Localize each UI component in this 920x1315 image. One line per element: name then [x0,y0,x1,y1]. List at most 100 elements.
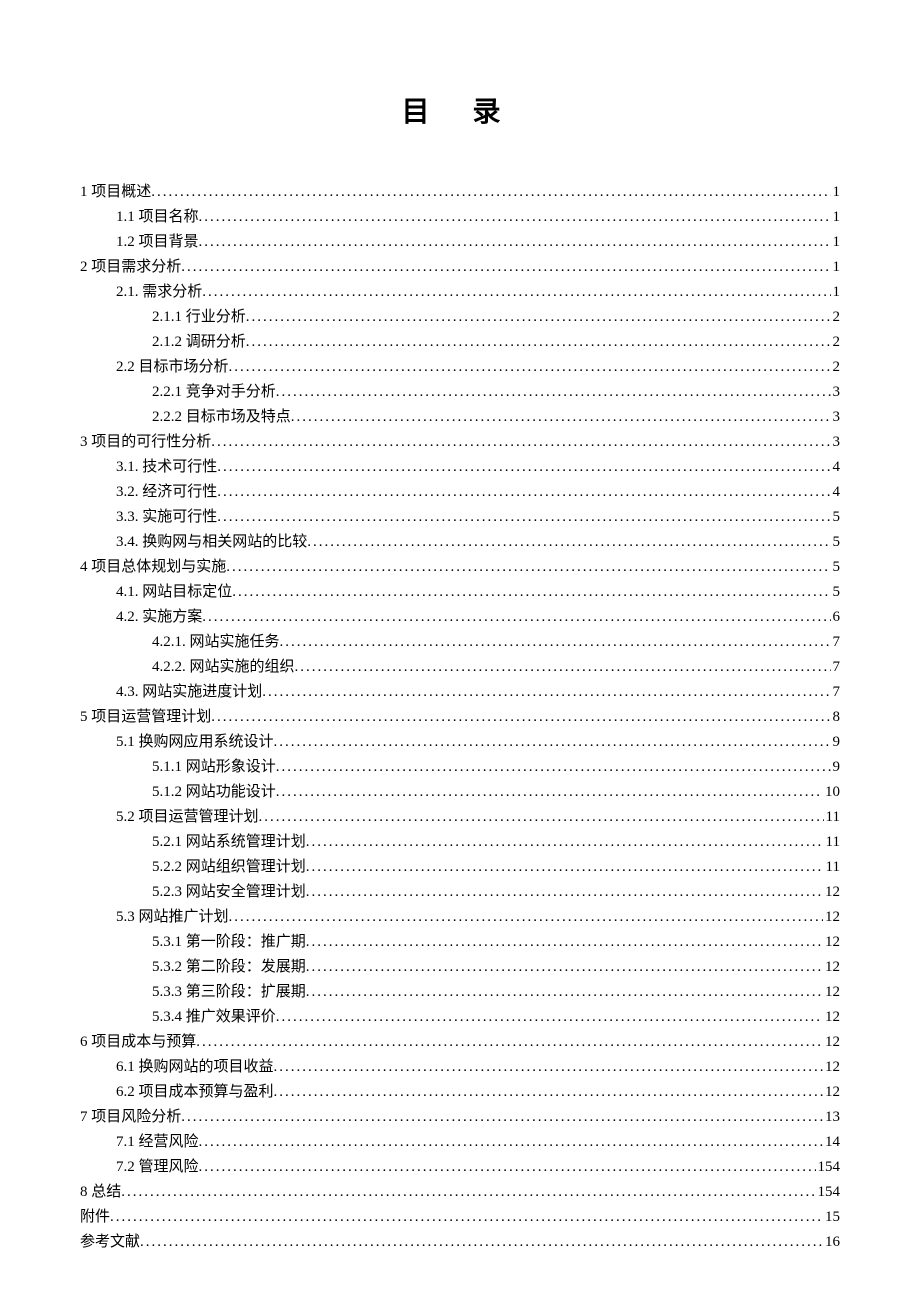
toc-entry[interactable]: 2.1. 需求分析 1 [80,280,840,304]
toc-entry[interactable]: 4.2.2. 网站实施的组织7 [80,655,840,679]
toc-entry[interactable]: 2.1.1 行业分析 2 [80,305,840,329]
toc-entry[interactable]: 3 项目的可行性分析3 [80,430,840,454]
toc-entry-page: 4 [831,480,841,504]
toc-entry-page: 14 [823,1130,840,1154]
toc-dots [211,430,830,454]
toc-entry[interactable]: 5.3.2 第二阶段：发展期12 [80,955,840,979]
toc-entry[interactable]: 5.3.3 第三阶段：扩展期12 [80,980,840,1004]
toc-entry-page: 1 [831,205,841,229]
toc-entry[interactable]: 5.1.2 网站功能设计 10 [80,780,840,804]
toc-entry-label: 5.3.3 第三阶段：扩展期 [152,980,306,1004]
toc-entry-page: 11 [824,855,840,879]
toc-entry-label: 5.3.2 第二阶段：发展期 [152,955,306,979]
toc-dots [121,1180,815,1204]
toc-entry[interactable]: 4.2.1. 网站实施任务7 [80,630,840,654]
toc-entry-page: 15 [823,1205,840,1229]
toc-entry[interactable]: 4.3. 网站实施进度计划7 [80,680,840,704]
toc-entry-page: 1 [831,230,841,254]
toc-entry-label: 7.2 管理风险 [116,1155,199,1179]
toc-entry-page: 5 [831,555,841,579]
toc-dots [217,480,830,504]
toc-entry[interactable]: 参考文献16 [80,1230,840,1254]
toc-entry[interactable]: 4 项目总体规划与实施5 [80,555,840,579]
toc-entry[interactable]: 3.1. 技术可行性4 [80,455,840,479]
toc-dots [306,830,824,854]
toc-entry[interactable]: 7 项目风险分析13 [80,1105,840,1129]
toc-dots [276,1005,823,1029]
toc-dots [211,705,830,729]
toc-entry-label: 5.3 网站推广计划 [116,905,229,929]
toc-entry-label: 3.3. 实施可行性 [116,505,217,529]
toc-entry[interactable]: 3.4. 换购网与相关网站的比较5 [80,530,840,554]
toc-entry-label: 3.1. 技术可行性 [116,455,217,479]
toc-entry[interactable]: 2.2 目标市场分析2 [80,355,840,379]
toc-entry[interactable]: 1.1 项目名称1 [80,205,840,229]
toc-dots [232,580,830,604]
toc-entry-page: 1 [831,180,841,204]
toc-entry[interactable]: 6 项目成本与预算12 [80,1030,840,1054]
toc-entry-label: 3.2. 经济可行性 [116,480,217,504]
toc-entry-label: 5.1.2 网站功能设计 [152,780,276,804]
toc-entry[interactable]: 6.1 换购网站的项目收益12 [80,1055,840,1079]
toc-dots [110,1205,823,1229]
toc-entry-label: 3.4. 换购网与相关网站的比较 [116,530,307,554]
toc-entry[interactable]: 1 项目概述1 [80,180,840,204]
toc-dots [140,1230,823,1254]
toc-entry-page: 1 [831,280,841,304]
toc-entry-label: 5 项目运营管理计划 [80,705,211,729]
toc-dots [306,880,823,904]
toc-entry-page: 5 [831,505,841,529]
toc-entry[interactable]: 5.2.1 网站系统管理计划11 [80,830,840,854]
toc-dots [306,980,823,1004]
toc-entry[interactable]: 5.2.2 网站组织管理计划11 [80,855,840,879]
toc-dots [217,455,830,479]
toc-entry[interactable]: 3.3. 实施可行性 5 [80,505,840,529]
toc-entry-page: 154 [816,1155,841,1179]
toc-entry-page: 9 [831,730,841,754]
toc-entry[interactable]: 5.3.1 第一阶段：推广期12 [80,930,840,954]
toc-entry-label: 2.1.1 行业分析 [152,305,246,329]
toc-entry-label: 4.1. 网站目标定位 [116,580,232,604]
toc-entry-page: 2 [831,355,841,379]
toc-dots [274,1080,823,1104]
toc-entry-page: 3 [831,405,841,429]
toc-entry-page: 1 [831,255,841,279]
toc-entry[interactable]: 6.2 项目成本预算与盈利12 [80,1080,840,1104]
toc-entry-label: 4.2. 实施方案 [116,605,202,629]
toc-entry[interactable]: 5.3 网站推广计划 12 [80,905,840,929]
toc-entry[interactable]: 2 项目需求分析1 [80,255,840,279]
toc-entry[interactable]: 5.3.4 推广效果评价12 [80,1005,840,1029]
toc-entry-page: 13 [823,1105,840,1129]
toc-entry[interactable]: 2.1.2 调研分析2 [80,330,840,354]
toc-entry-label: 8 总结 [80,1180,121,1204]
toc-dots [306,955,823,979]
toc-dots [280,630,831,654]
toc-entry-page: 10 [823,780,840,804]
toc-entry[interactable]: 5.2 项目运营管理计划11 [80,805,840,829]
toc-entry[interactable]: 1.2 项目背景1 [80,230,840,254]
toc-entry-page: 2 [831,305,841,329]
toc-entry[interactable]: 7.2 管理风险 154 [80,1155,840,1179]
toc-entry-label: 6 项目成本与预算 [80,1030,196,1054]
toc-entry[interactable]: 3.2. 经济可行性 4 [80,480,840,504]
toc-entry[interactable]: 5.1.1 网站形象设计9 [80,755,840,779]
toc-entry[interactable]: 5.2.3 网站安全管理计划12 [80,880,840,904]
toc-entry[interactable]: 附件15 [80,1205,840,1229]
toc-entry-label: 3 项目的可行性分析 [80,430,211,454]
toc-entry[interactable]: 7.1 经营风险14 [80,1130,840,1154]
toc-entry[interactable]: 4.1. 网站目标定位5 [80,580,840,604]
toc-entry-label: 2.1. 需求分析 [116,280,202,304]
toc-entry[interactable]: 2.2.2 目标市场及特点3 [80,405,840,429]
toc-entry[interactable]: 8 总结154 [80,1180,840,1204]
toc-entry[interactable]: 5 项目运营管理计划8 [80,705,840,729]
toc-dots [151,180,830,204]
toc-entry-page: 2 [831,330,841,354]
toc-dots [199,205,831,229]
toc-entry[interactable]: 5.1 换购网应用系统设计9 [80,730,840,754]
toc-entry[interactable]: 4.2. 实施方案6 [80,605,840,629]
toc-entry-page: 12 [823,930,840,954]
toc-entry[interactable]: 2.2.1 竞争对手分析3 [80,380,840,404]
toc-entry-page: 12 [823,905,840,929]
toc-dots [229,355,831,379]
toc-entry-label: 5.2 项目运营管理计划 [116,805,259,829]
